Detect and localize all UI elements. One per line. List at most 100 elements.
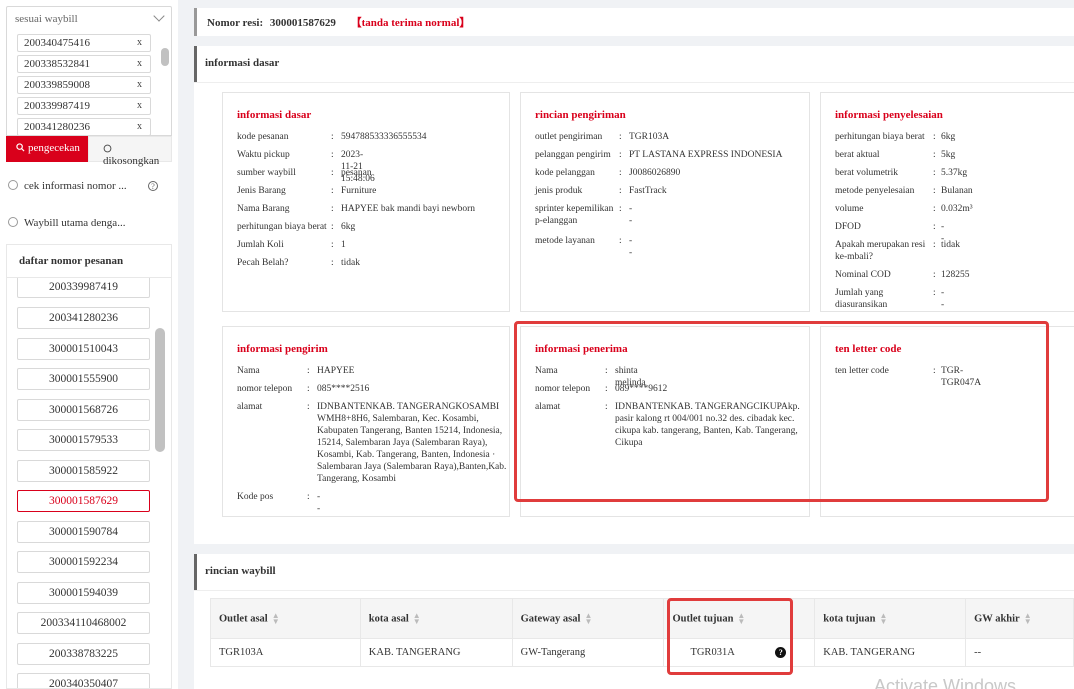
divider bbox=[194, 82, 1074, 83]
row-key: kode pesanan bbox=[237, 132, 289, 142]
col-kota-tujuan[interactable]: kota tujuan ▲ ▼ bbox=[814, 598, 967, 639]
clear-icon bbox=[103, 144, 112, 153]
row-key: Pecah Belah? bbox=[237, 258, 289, 268]
order-item-active[interactable]: 300001587629 bbox=[17, 490, 150, 512]
waybill-chip-area[interactable]: 200340475416 x 200338532841 x 200339859008… bbox=[6, 30, 172, 136]
row-value: FastTrack bbox=[629, 186, 667, 196]
row-value: Bulanan bbox=[941, 186, 973, 196]
waybill-detail-section: rincian waybill Outlet asal ▲ ▼ kota asal ▲… bbox=[194, 554, 1074, 689]
waybill-chip: 200339859008 x bbox=[17, 76, 151, 94]
close-icon[interactable]: x bbox=[137, 121, 142, 132]
row-value: 6kg bbox=[941, 132, 956, 142]
radio-check-info[interactable]: cek informasi nomor ... bbox=[8, 180, 127, 192]
order-item[interactable]: 300001592234 bbox=[17, 551, 150, 573]
row-value: J0086026890 bbox=[629, 168, 681, 178]
resi-header: Nomor resi: 300001587629 【tanda terima n… bbox=[194, 8, 1074, 36]
row-key: berat aktual bbox=[835, 150, 880, 160]
sort-icon[interactable]: ▲ ▼ bbox=[584, 611, 592, 625]
row-key: Nama bbox=[237, 366, 260, 376]
order-item[interactable]: 300001510043 bbox=[17, 338, 150, 360]
col-label: GW akhir bbox=[974, 612, 1020, 624]
col-outlet-asal[interactable]: Outlet asal ▲ ▼ bbox=[210, 598, 361, 639]
chip-label: 200338532841 bbox=[24, 58, 90, 70]
col-label: kota tujuan bbox=[823, 612, 876, 624]
close-icon[interactable]: x bbox=[137, 100, 142, 111]
row-value: IDNBANTENKAB. TANGERANGKOSAMBI WMH8+8H6,… bbox=[317, 402, 507, 484]
row-value: 5kg bbox=[941, 150, 956, 160]
row-key: pelanggan pengirim bbox=[535, 150, 611, 160]
table-cell: TGR103A bbox=[210, 638, 361, 667]
radio-circle bbox=[8, 217, 18, 227]
order-item[interactable]: 300001579533 bbox=[17, 429, 150, 451]
card-sender-info: informasi pengirim Nama: HAPYEE nomor tel… bbox=[222, 326, 510, 517]
order-item[interactable]: 300001568726 bbox=[17, 399, 150, 421]
sort-icon[interactable]: ▲ ▼ bbox=[1024, 611, 1032, 625]
card-settlement-info: informasi penyelesaian perhitungan biaya… bbox=[820, 92, 1074, 312]
order-list-scrollbar[interactable] bbox=[155, 328, 165, 452]
check-button-label: pengecekan bbox=[28, 142, 80, 154]
highlight-box-outlet-tujuan bbox=[667, 598, 793, 675]
row-value: 128255 bbox=[941, 270, 970, 280]
order-item[interactable]: 300001555900 bbox=[17, 368, 150, 390]
card-basic-info: informasi dasar kode pesanan:59478853333… bbox=[222, 92, 510, 312]
row-value: 594788533336555534 bbox=[341, 132, 427, 142]
row-value: HAPYEE bbox=[317, 366, 355, 376]
card-title: informasi penyelesaian bbox=[835, 109, 943, 121]
row-key: perhitungan biaya berat bbox=[237, 222, 327, 232]
table-row: TGR103A KAB. TANGERANG GW-Tangerang TGR0… bbox=[210, 638, 1074, 667]
section-title: rincian waybill bbox=[194, 554, 1074, 590]
row-key: berat volumetrik bbox=[835, 168, 899, 178]
sort-icon[interactable]: ▲ ▼ bbox=[272, 611, 280, 625]
row-key: perhitungan biaya berat bbox=[835, 132, 925, 142]
panel-divider bbox=[178, 0, 188, 689]
order-item[interactable]: 200338783225 bbox=[17, 643, 150, 665]
row-key: Jumlah Koli bbox=[237, 240, 284, 250]
help-icon[interactable]: ? bbox=[148, 181, 158, 191]
highlight-box-receiver bbox=[514, 321, 1049, 502]
order-item[interactable]: 300001585922 bbox=[17, 460, 150, 482]
order-item[interactable]: 300001594039 bbox=[17, 582, 150, 604]
row-value: 085****2516 bbox=[317, 384, 370, 394]
table-cell: -- bbox=[965, 638, 1074, 667]
row-value: 0.032m³ bbox=[941, 204, 973, 214]
col-gw-akhir[interactable]: GW akhir ▲ ▼ bbox=[965, 598, 1074, 639]
resi-status-tag: 【tanda terima normal】 bbox=[350, 17, 471, 29]
table-cell: KAB. TANGERANG bbox=[814, 638, 967, 667]
row-value: -- bbox=[941, 288, 945, 310]
query-type-select[interactable]: sesuai waybill bbox=[6, 6, 172, 32]
row-value: 6kg bbox=[341, 222, 356, 232]
radio-label: cek informasi nomor ... bbox=[24, 180, 127, 192]
order-item[interactable]: 200339987419 bbox=[17, 278, 150, 298]
chip-label: 200341280236 bbox=[24, 121, 90, 133]
row-key: sumber waybill bbox=[237, 168, 296, 178]
radio-main-waybill[interactable]: Waybill utama denga... bbox=[8, 217, 125, 229]
close-icon[interactable]: x bbox=[137, 37, 142, 48]
row-key: metode penyelesaian bbox=[835, 186, 915, 196]
card-title: informasi dasar bbox=[237, 109, 312, 121]
search-icon bbox=[16, 143, 25, 152]
waybill-chip: 200340475416 x bbox=[17, 34, 151, 52]
order-item[interactable]: 300001590784 bbox=[17, 521, 150, 543]
chevron-down-icon bbox=[153, 10, 165, 22]
sort-icon[interactable]: ▲ ▼ bbox=[880, 611, 888, 625]
sort-icon[interactable]: ▲ ▼ bbox=[413, 611, 421, 625]
left-sidebar: sesuai waybill 200340475416 x 20033853284… bbox=[0, 0, 178, 689]
col-kota-asal[interactable]: kota asal ▲ ▼ bbox=[359, 598, 513, 639]
clear-button-label: dikosongkan bbox=[103, 155, 160, 167]
order-item[interactable]: 200341280236 bbox=[17, 307, 150, 329]
order-item[interactable]: 200334110468002 bbox=[17, 612, 150, 634]
radio-label: Waybill utama denga... bbox=[24, 217, 126, 229]
waybill-chip: 200341280236 x bbox=[17, 118, 151, 135]
col-gateway-asal[interactable]: Gateway asal ▲ ▼ bbox=[511, 598, 665, 639]
chip-scrollbar[interactable] bbox=[161, 48, 169, 66]
clear-button[interactable]: dikosongkan bbox=[88, 136, 172, 167]
row-value: -- bbox=[317, 492, 321, 514]
close-icon[interactable]: x bbox=[137, 79, 142, 90]
row-value: Furniture bbox=[341, 186, 377, 196]
order-item[interactable]: 200340350407 bbox=[17, 673, 150, 688]
row-value: PT LASTANA EXPRESS INDONESIA bbox=[629, 150, 783, 160]
check-button[interactable]: pengecekan bbox=[6, 136, 88, 162]
close-icon[interactable]: x bbox=[137, 58, 142, 69]
divider bbox=[194, 590, 1074, 591]
row-value: -- bbox=[629, 236, 633, 258]
